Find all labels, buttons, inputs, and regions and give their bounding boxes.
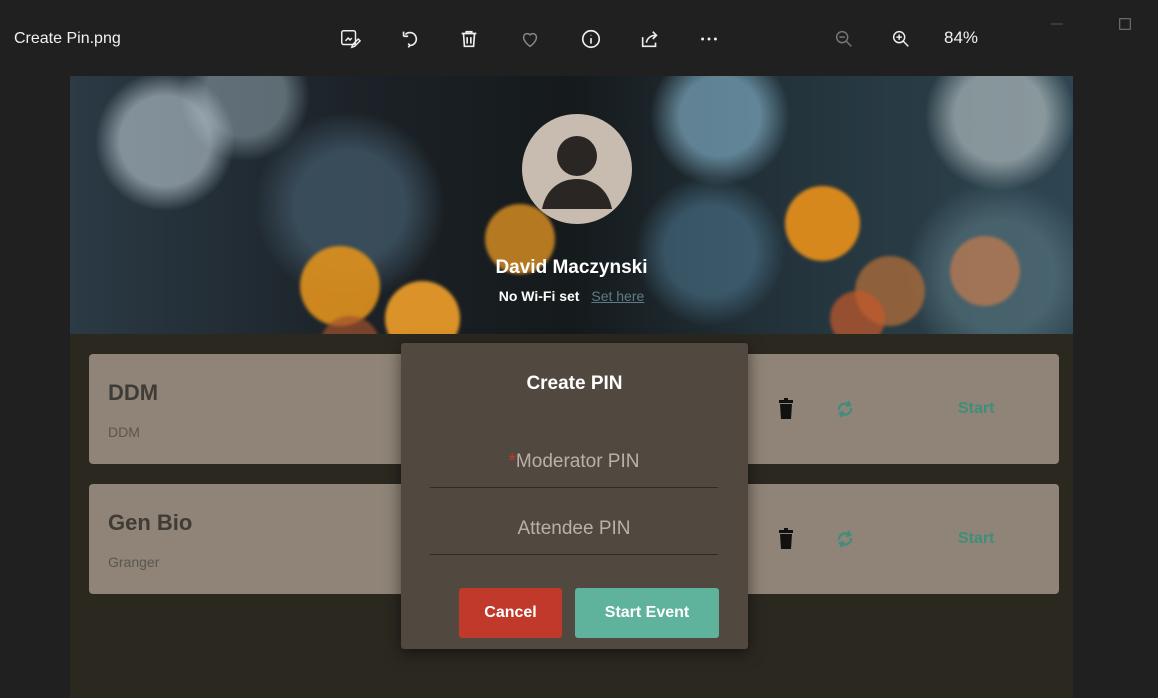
profile-name: David Maczynski bbox=[495, 257, 648, 278]
share-icon[interactable] bbox=[633, 22, 667, 56]
event-subtitle: Granger bbox=[108, 554, 160, 570]
info-icon[interactable] bbox=[574, 22, 608, 56]
wifi-set-link[interactable]: Set here bbox=[591, 288, 644, 304]
delete-icon[interactable] bbox=[452, 22, 486, 56]
favorite-icon[interactable] bbox=[513, 22, 547, 56]
profile-header: David Maczynski No Wi-Fi set Set here bbox=[70, 76, 1073, 334]
maximize-icon[interactable] bbox=[1111, 10, 1139, 38]
sync-icon[interactable] bbox=[835, 528, 855, 550]
zoom-out-icon[interactable] bbox=[827, 22, 861, 56]
window-title: Create Pin.png bbox=[14, 30, 121, 47]
sync-icon[interactable] bbox=[835, 398, 855, 420]
start-button[interactable]: Start bbox=[958, 400, 994, 418]
trash-icon[interactable] bbox=[779, 398, 793, 420]
start-button[interactable]: Start bbox=[958, 530, 994, 548]
zoom-level: 84% bbox=[944, 28, 979, 47]
event-title: DDM bbox=[108, 380, 159, 405]
event-subtitle: DDM bbox=[108, 424, 140, 440]
wifi-status: No Wi-Fi set Set here bbox=[70, 288, 1073, 304]
user-icon bbox=[542, 136, 612, 209]
required-marker: * bbox=[508, 451, 516, 472]
attendee-pin-field[interactable]: Attendee PIN bbox=[430, 510, 718, 555]
create-pin-dialog: Create PIN *Moderator PIN Attendee PIN C… bbox=[401, 343, 748, 649]
start-event-button[interactable]: Start Event bbox=[575, 588, 719, 638]
bokeh-light bbox=[785, 186, 860, 261]
rotate-icon[interactable] bbox=[393, 22, 427, 56]
avatar bbox=[522, 114, 632, 224]
trash-icon[interactable] bbox=[779, 528, 793, 550]
attendee-pin-placeholder: Attendee PIN bbox=[517, 518, 631, 539]
more-icon[interactable] bbox=[692, 22, 726, 56]
zoom-in-icon[interactable] bbox=[884, 22, 918, 56]
dialog-title: Create PIN bbox=[526, 373, 623, 394]
title-bar: Create Pin.png 84% bbox=[0, 0, 1158, 76]
edit-image-icon[interactable] bbox=[333, 22, 367, 56]
cancel-button[interactable]: Cancel bbox=[459, 588, 562, 638]
minimize-icon[interactable] bbox=[1043, 10, 1071, 38]
moderator-pin-placeholder: *Moderator PIN bbox=[508, 451, 640, 472]
wifi-status-text: No Wi-Fi set bbox=[498, 288, 580, 304]
event-title: Gen Bio bbox=[108, 510, 193, 535]
moderator-pin-field[interactable]: *Moderator PIN bbox=[430, 443, 718, 488]
